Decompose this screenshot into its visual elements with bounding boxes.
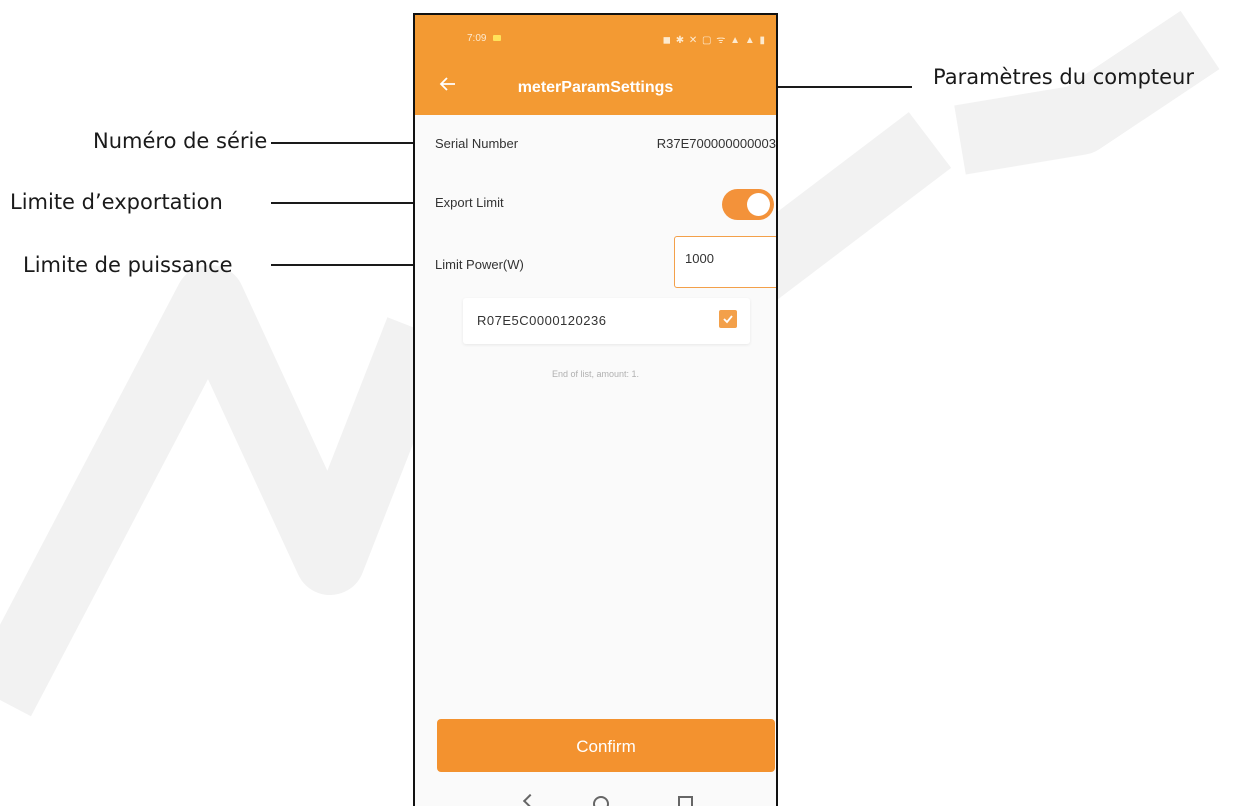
limit-power-label: Limit Power(W) xyxy=(435,257,524,272)
device-id: R07E5C0000120236 xyxy=(477,313,607,328)
status-time: 7:09 xyxy=(467,33,487,44)
export-limit-label: Export Limit xyxy=(435,195,504,210)
annotation-meter-settings: Paramètres du compteur xyxy=(933,65,1195,89)
annotation-serial-number: Numéro de série xyxy=(93,129,268,153)
phone-screen: 7:09 ◼ ✱ ✕ ▢ ᯤ ▲ ▲ ▮ meterParamSettings … xyxy=(413,13,778,806)
annotation-line-limit-power xyxy=(271,264,418,266)
annotation-line-serial-number xyxy=(271,142,418,144)
confirm-button[interactable]: Confirm xyxy=(437,719,775,772)
system-nav-bar xyxy=(415,793,776,806)
device-checkbox[interactable] xyxy=(719,310,737,328)
export-limit-toggle[interactable] xyxy=(722,189,774,220)
limit-power-input[interactable]: 1000 xyxy=(674,236,776,288)
device-list-item[interactable]: R07E5C0000120236 xyxy=(463,298,750,344)
nav-home-icon[interactable] xyxy=(593,796,609,806)
toggle-knob xyxy=(747,193,770,216)
nav-recent-icon[interactable] xyxy=(678,796,693,806)
nav-back-icon[interactable] xyxy=(522,793,538,806)
app-bar: 7:09 ◼ ✱ ✕ ▢ ᯤ ▲ ▲ ▮ meterParamSettings xyxy=(415,15,776,115)
list-footer: End of list, amount: 1. xyxy=(551,369,640,379)
serial-number-value: R37E700000000003 xyxy=(656,136,776,151)
annotation-export-limit: Limite d’exportation xyxy=(10,190,223,214)
notification-icon xyxy=(493,35,501,41)
status-icons: ◼ ✱ ✕ ▢ ᯤ ▲ ▲ ▮ xyxy=(662,35,766,46)
checkmark-icon xyxy=(723,315,733,324)
annotation-limit-power: Limite de puissance xyxy=(23,253,233,277)
annotation-line-export-limit xyxy=(271,202,418,204)
serial-number-label: Serial Number xyxy=(435,136,519,151)
page-title: meterParamSettings xyxy=(517,79,674,96)
